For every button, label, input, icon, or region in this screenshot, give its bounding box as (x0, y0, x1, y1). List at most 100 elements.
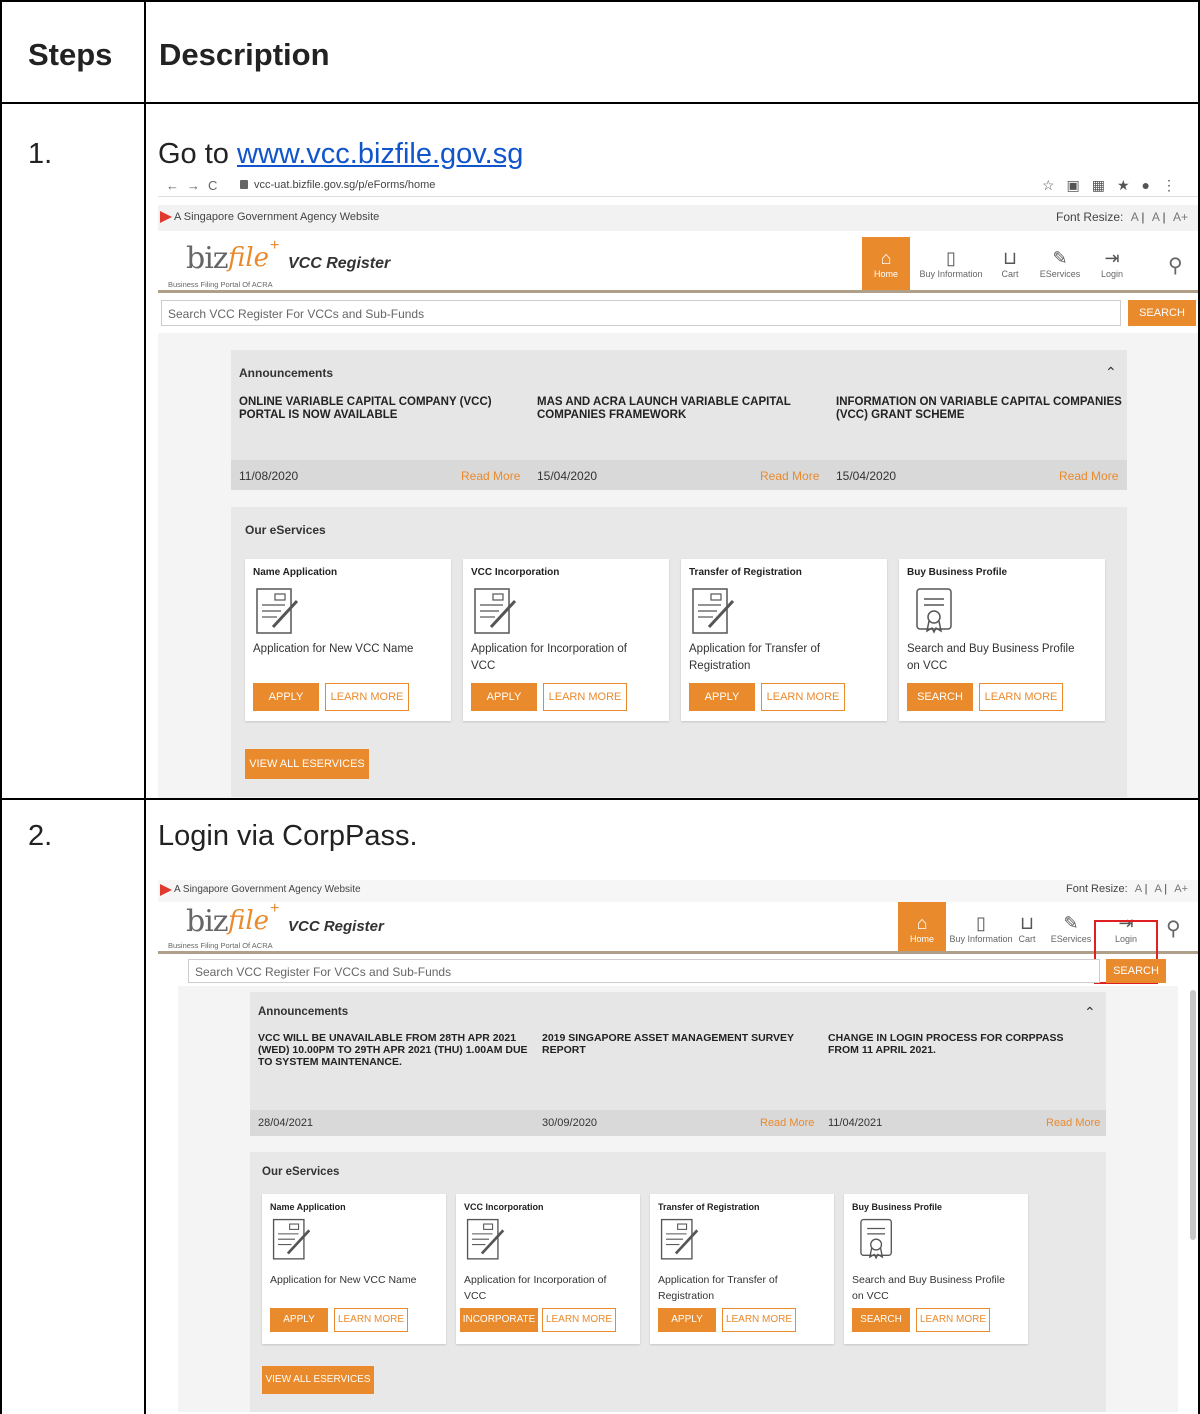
nav-home[interactable]: ⌂ Home (898, 902, 946, 951)
learn-more-button[interactable]: LEARN MORE (979, 683, 1063, 711)
nav-buy-information[interactable]: ▯ Buy Information (916, 237, 986, 290)
step-text: Go to (158, 138, 237, 170)
font-size-large[interactable]: A+ (1174, 883, 1188, 895)
gov-banner-text: A Singapore Government Agency Website (174, 884, 361, 895)
announcement-headline[interactable]: ONLINE VARIABLE CAPITAL COMPANY (VCC) PO… (239, 396, 529, 422)
eservices-icon: ✎ (1063, 913, 1079, 933)
nav-label: EServices (1050, 934, 1092, 944)
browser-extension-icons[interactable]: ☆▣▦★●⋮ (1042, 177, 1188, 194)
logo-tagline: Business Filing Portal Of ACRA (168, 941, 273, 950)
service-card: Name Application Application for New VCC… (262, 1194, 446, 1344)
announcement-headline[interactable]: VCC WILL BE UNAVAILABLE FROM 28TH APR 20… (258, 1032, 538, 1068)
search-icon[interactable]: ⚲ (1168, 253, 1183, 278)
card-title: Buy Business Profile (852, 1202, 943, 1212)
logo-mark: + (270, 900, 280, 917)
announcements-panel: Announcements ⌃ ONLINE VARIABLE CAPITAL … (231, 350, 1127, 490)
nav-login[interactable]: ⇥ Login (1092, 237, 1132, 290)
browser-nav-icons[interactable]: ←→C (166, 178, 225, 193)
card-title: VCC Incorporation (464, 1202, 544, 1212)
search-icon[interactable]: ⚲ (1166, 916, 1181, 941)
site-header: biz file + Business Filing Portal Of ACR… (158, 237, 1198, 293)
card-title: Transfer of Registration (658, 1202, 760, 1212)
learn-more-button[interactable]: LEARN MORE (334, 1308, 408, 1332)
form-edit-icon (692, 588, 735, 634)
bizfile-logo[interactable]: biz file + Business Filing Portal Of ACR… (168, 237, 293, 289)
service-card: Name Application Application for New VCC… (245, 559, 451, 721)
font-resize: Font Resize: A | A | A+ (1065, 883, 1188, 895)
learn-more-button[interactable]: LEARN MORE (325, 683, 409, 711)
learn-more-button[interactable]: LEARN MORE (916, 1308, 990, 1332)
search-input[interactable]: Search VCC Register For VCCs and Sub-Fun… (161, 300, 1121, 326)
announcement-date: 15/04/2020 (836, 469, 897, 483)
learn-more-button[interactable]: LEARN MORE (542, 1308, 616, 1332)
certificate-icon (860, 1218, 892, 1260)
step-number: 2. (28, 820, 53, 852)
card-description: Search and Buy Business Profile on VCC (852, 1274, 1005, 1302)
search-button[interactable]: SEARCH (852, 1308, 910, 1332)
step-description: Go to www.vcc.bizfile.gov.sg (158, 138, 523, 171)
font-size-medium[interactable]: A (1155, 883, 1162, 895)
apply-button[interactable]: APPLY (658, 1308, 716, 1332)
apply-button[interactable]: APPLY (471, 683, 537, 711)
search-button[interactable]: SEARCH (1128, 300, 1196, 326)
nav-label: Buy Information (919, 269, 983, 279)
announcement-date: 11/08/2020 (239, 469, 299, 483)
font-size-large[interactable]: A+ (1173, 210, 1188, 224)
nav-cart[interactable]: ⊔ Cart (1010, 902, 1044, 951)
read-more-link[interactable]: Read More (1059, 469, 1118, 483)
learn-more-button[interactable]: LEARN MORE (543, 683, 627, 711)
header-description: Description (159, 37, 330, 72)
font-size-small[interactable]: A (1131, 210, 1138, 224)
announcements-panel: Announcements ⌃ VCC WILL BE UNAVAILABLE … (250, 992, 1106, 1136)
announcement-headline[interactable]: 2019 SINGAPORE ASSET MANAGEMENT SURVEY R… (542, 1032, 812, 1056)
home-icon: ⌂ (880, 248, 892, 268)
search-button[interactable]: SEARCH (907, 683, 973, 711)
header-steps: Steps (28, 37, 113, 72)
announcement-headline[interactable]: MAS AND ACRA LAUNCH VARIABLE CAPITAL COM… (537, 396, 827, 422)
apply-button[interactable]: APPLY (689, 683, 755, 711)
bizfile-logo[interactable]: biz file + Business Filing Portal Of ACR… (168, 900, 293, 952)
announcement-headline[interactable]: CHANGE IN LOGIN PROCESS FOR CORPPASS FRO… (828, 1032, 1088, 1056)
nav-cart[interactable]: ⊔ Cart (990, 237, 1030, 290)
nav-buy-information[interactable]: ▯ Buy Information (948, 902, 1014, 951)
read-more-link[interactable]: Read More (1046, 1117, 1100, 1129)
logo-mark: biz (186, 904, 229, 939)
view-all-eservices-button[interactable]: VIEW ALL ESERVICES (245, 749, 369, 779)
learn-more-button[interactable]: LEARN MORE (761, 683, 845, 711)
screenshot-login: A Singapore Government Agency Website Fo… (158, 880, 1198, 1412)
view-all-eservices-button[interactable]: VIEW ALL ESERVICES (262, 1366, 374, 1394)
vcc-bizfile-link[interactable]: www.vcc.bizfile.gov.sg (237, 138, 523, 170)
read-more-link[interactable]: Read More (760, 1117, 814, 1129)
card-title: Buy Business Profile (907, 567, 1008, 578)
card-description: Application for Transfer of Registration (689, 643, 821, 672)
apply-button[interactable]: APPLY (270, 1308, 328, 1332)
announcement-headline[interactable]: INFORMATION ON VARIABLE CAPITAL COMPANIE… (836, 396, 1126, 422)
form-edit-icon (474, 588, 517, 634)
announcement-date: 30/09/2020 (542, 1117, 598, 1129)
search-button[interactable]: SEARCH (1106, 959, 1166, 983)
read-more-link[interactable]: Read More (461, 469, 520, 483)
lion-head-icon (160, 884, 172, 896)
logo-mark: biz (186, 241, 229, 276)
nav-eservices[interactable]: ✎ EServices (1046, 902, 1096, 951)
address-bar[interactable]: vcc-uat.bizfile.gov.sg/p/eForms/home (254, 179, 435, 191)
learn-more-button[interactable]: LEARN MORE (722, 1308, 796, 1332)
font-resize-label: Font Resize: (1056, 210, 1124, 224)
apply-button[interactable]: APPLY (253, 683, 319, 711)
scrollbar[interactable] (1190, 990, 1196, 1240)
cart-icon: ⊔ (1019, 913, 1035, 933)
form-edit-icon (466, 1218, 505, 1260)
incorporate-button[interactable]: INCORPORATE (460, 1308, 538, 1332)
font-resize-label: Font Resize: (1065, 883, 1128, 895)
nav-home[interactable]: ⌂ Home (862, 237, 910, 290)
font-size-small[interactable]: A (1135, 883, 1142, 895)
chevron-up-icon[interactable]: ⌃ (1084, 1004, 1096, 1021)
card-description: Application for Incorporation of VCC (471, 643, 627, 672)
search-row: Search VCC Register For VCCs and Sub-Fun… (158, 297, 1198, 329)
font-size-medium[interactable]: A (1152, 210, 1159, 224)
chevron-up-icon[interactable]: ⌃ (1105, 364, 1117, 381)
announcements-title: Announcements (239, 366, 334, 380)
search-input[interactable]: Search VCC Register For VCCs and Sub-Fun… (188, 959, 1100, 983)
read-more-link[interactable]: Read More (760, 469, 819, 483)
nav-eservices[interactable]: ✎ EServices (1034, 237, 1086, 290)
